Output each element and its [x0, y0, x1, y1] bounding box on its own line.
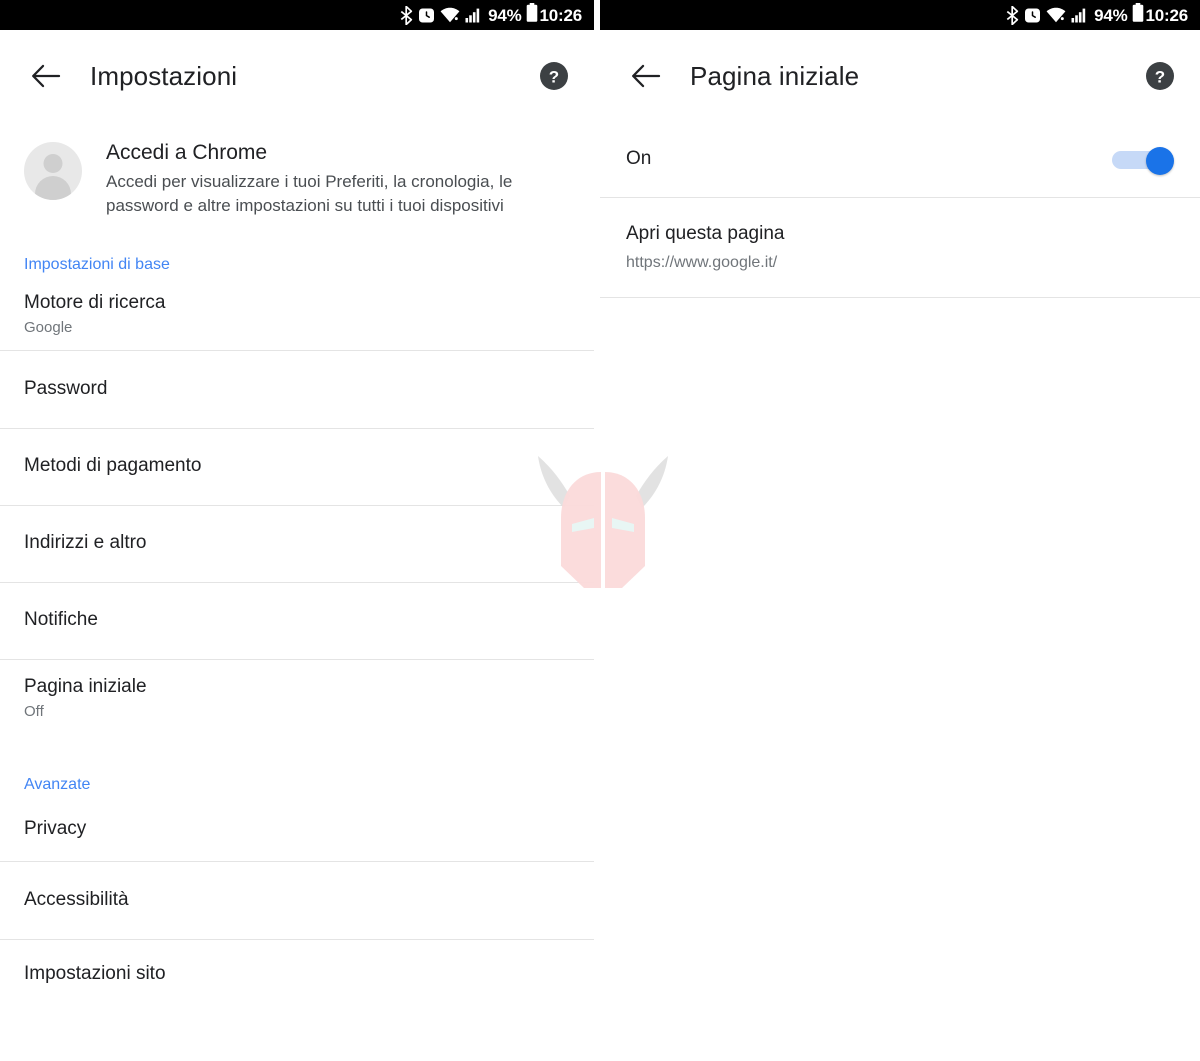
divider	[600, 297, 1200, 298]
homepage-toggle-switch[interactable]	[1112, 146, 1174, 175]
row-accessibilita[interactable]: Accessibilità	[0, 862, 594, 939]
alarm-icon	[418, 7, 435, 24]
help-icon[interactable]: ?	[1145, 61, 1175, 91]
battery-percent-label: 94%	[1094, 5, 1128, 25]
avatar-head	[43, 154, 63, 173]
row-title: Metodi di pagamento	[24, 455, 202, 477]
status-bar-icons	[1006, 5, 1087, 25]
row-title: Impostazioni sito	[24, 963, 166, 985]
page-title: Pagina iniziale	[690, 60, 860, 91]
row-url: https://www.google.it/	[626, 253, 778, 271]
row-title: Accessibilità	[24, 888, 129, 910]
row-apri-questa-pagina[interactable]: Apri questa pagina https://www.google.it…	[600, 198, 1200, 297]
status-bar-left: 94% 10:26	[0, 0, 594, 30]
row-impostazioni-sito[interactable]: Impostazioni sito	[0, 940, 594, 1010]
row-title: Notifiche	[24, 609, 98, 631]
row-motore-di-ricerca[interactable]: Motore di ricerca Google	[0, 280, 594, 350]
sign-in-text-block: Accedi a Chrome Accedi per visualizzare …	[106, 138, 561, 219]
sign-in-title: Accedi a Chrome	[106, 141, 268, 164]
status-bar-icons	[400, 5, 481, 25]
battery-icon	[526, 3, 538, 27]
row-homepage-toggle[interactable]: On	[600, 122, 1200, 197]
row-title: Password	[24, 377, 108, 399]
battery-icon	[1132, 3, 1144, 27]
bluetooth-icon	[1006, 5, 1019, 25]
svg-text:?: ?	[549, 68, 559, 87]
svg-text:?: ?	[1155, 68, 1165, 87]
signal-icon	[1071, 7, 1087, 23]
back-arrow-icon[interactable]	[18, 63, 74, 89]
avatar-body	[35, 176, 71, 200]
help-icon[interactable]: ?	[539, 61, 569, 91]
dual-screenshot-container: 94% 10:26 Impostazioni ? Accedi a Chrome	[0, 0, 1200, 1061]
clock-label: 10:26	[1145, 5, 1189, 25]
row-notifiche[interactable]: Notifiche	[0, 583, 594, 659]
wifi-icon	[1046, 7, 1066, 23]
row-title: Pagina iniziale	[24, 675, 147, 697]
row-indirizzi-e-altro[interactable]: Indirizzi e altro	[0, 506, 594, 582]
row-title: Privacy	[24, 817, 87, 839]
row-title: Indirizzi e altro	[24, 532, 147, 554]
right-screen-homepage: 94% 10:26 Pagina iniziale ? On Apri ques…	[600, 0, 1200, 1061]
section-header-advanced: Avanzate	[24, 775, 91, 793]
toggle-label: On	[626, 148, 652, 170]
left-screen-settings: 94% 10:26 Impostazioni ? Accedi a Chrome	[0, 0, 594, 1061]
row-privacy[interactable]: Privacy	[0, 798, 594, 861]
row-title: Apri questa pagina	[626, 223, 785, 244]
signal-icon	[465, 7, 481, 23]
toggle-thumb	[1146, 146, 1174, 175]
sign-in-row[interactable]: Accedi a Chrome Accedi per visualizzare …	[0, 122, 594, 219]
clock-label: 10:26	[539, 5, 583, 25]
row-pagina-iniziale[interactable]: Pagina iniziale Off	[0, 660, 594, 738]
back-arrow-icon[interactable]	[618, 63, 674, 89]
account-avatar-icon	[24, 142, 82, 200]
bluetooth-icon	[400, 5, 413, 25]
row-subtitle: Off	[24, 703, 44, 721]
page-title: Impostazioni	[90, 60, 238, 91]
row-subtitle: Google	[24, 319, 73, 337]
app-bar-right: Pagina iniziale ?	[600, 30, 1200, 122]
section-header-basic: Impostazioni di base	[24, 255, 170, 273]
app-bar-left: Impostazioni ?	[0, 30, 594, 122]
row-metodi-di-pagamento[interactable]: Metodi di pagamento	[0, 429, 594, 505]
battery-percent-label: 94%	[488, 5, 522, 25]
wifi-icon	[440, 7, 460, 23]
row-title: Motore di ricerca	[24, 291, 166, 313]
row-password[interactable]: Password	[0, 351, 594, 428]
status-bar-right: 94% 10:26	[600, 0, 1200, 30]
alarm-icon	[1024, 7, 1041, 24]
sign-in-subtitle: Accedi per visualizzare i tuoi Preferiti…	[106, 172, 513, 216]
